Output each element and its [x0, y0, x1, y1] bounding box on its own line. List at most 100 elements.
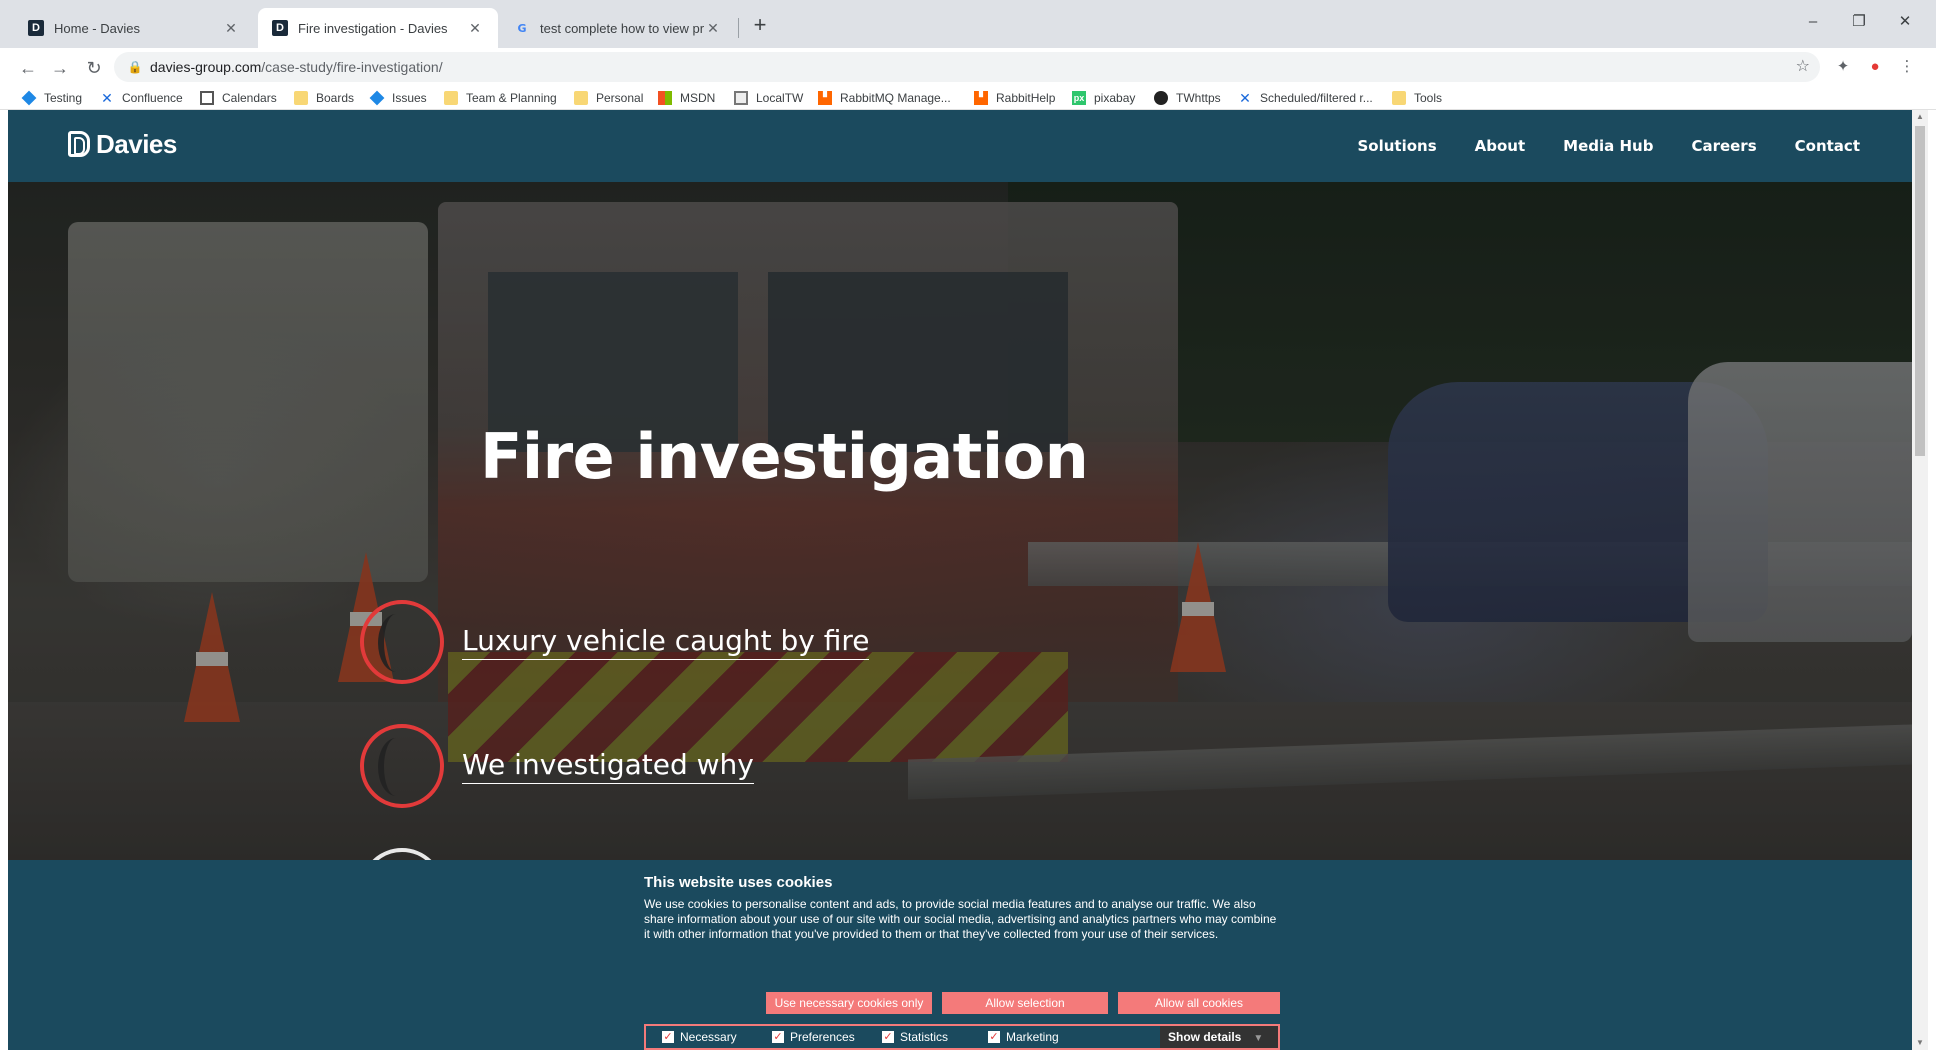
- diamond-icon: [21, 90, 37, 106]
- tab-title: Fire investigation - Davies: [298, 20, 448, 36]
- checkbox-checked-icon[interactable]: ✓: [882, 1031, 894, 1043]
- bookmark-star-icon[interactable]: ☆: [1796, 56, 1810, 76]
- bookmark-tools[interactable]: Tools: [1392, 89, 1442, 107]
- bookmark-localtw[interactable]: LocalTW: [734, 89, 803, 107]
- checkbox-label: Statistics: [900, 1030, 949, 1044]
- bookmark-issues[interactable]: Issues: [369, 89, 427, 107]
- bookmark-confluence[interactable]: ✕ Confluence: [100, 89, 183, 107]
- confluence-icon: ✕: [101, 90, 113, 106]
- close-window-button[interactable]: ✕: [1882, 10, 1928, 34]
- bookmark-boards[interactable]: Boards: [294, 89, 354, 107]
- bookmark-rabbitmq[interactable]: RabbitMQ Manage...: [818, 89, 951, 107]
- bookmark-label: RabbitHelp: [996, 91, 1056, 105]
- pixabay-icon: px: [1072, 91, 1086, 105]
- bookmark-personal[interactable]: Personal: [574, 89, 643, 107]
- back-button[interactable]: ←: [14, 54, 42, 82]
- minimize-button[interactable]: –: [1790, 10, 1836, 34]
- diamond-icon: [369, 90, 385, 106]
- browser-toolbar: ← → ↻ 🔒 davies-group.com/case-study/fire…: [0, 48, 1936, 86]
- checkbox-checked-icon[interactable]: ✓: [988, 1031, 1000, 1043]
- menu-kebab-icon[interactable]: ⋮: [1896, 56, 1918, 78]
- bookmark-label: Scheduled/filtered r...: [1260, 91, 1373, 105]
- close-icon[interactable]: ✕: [466, 20, 484, 37]
- tab-home-davies[interactable]: D Home - Davies ✕: [14, 8, 254, 48]
- progress-ring-icon: [360, 600, 444, 684]
- main-nav: Solutions About Media Hub Careers Contac…: [1319, 110, 1860, 182]
- scroll-down-icon[interactable]: ▼: [1912, 1036, 1928, 1050]
- allow-selection-button[interactable]: Allow selection: [942, 992, 1108, 1014]
- bookmark-label: RabbitMQ Manage...: [840, 91, 951, 105]
- bookmark-label: Team & Planning: [466, 91, 557, 105]
- bookmark-team-planning[interactable]: Team & Planning: [444, 89, 557, 107]
- story-step-label[interactable]: Luxury vehicle caught by fire: [462, 624, 870, 660]
- tab-separator: [738, 18, 739, 38]
- url-host: davies-group.com: [150, 59, 262, 75]
- url-text[interactable]: davies-group.com/case-study/fire-investi…: [150, 59, 443, 75]
- folder-icon: [444, 91, 458, 105]
- preferences-checkbox[interactable]: ✓ Preferences: [772, 1030, 855, 1044]
- allow-all-cookies-button[interactable]: Allow all cookies: [1118, 992, 1280, 1014]
- necessary-cookies-button[interactable]: Use necessary cookies only: [766, 992, 932, 1014]
- google-icon: G: [517, 21, 527, 35]
- bookmark-calendars[interactable]: Calendars: [200, 89, 277, 107]
- rabbitmq-icon: [818, 91, 832, 105]
- tab-google-search[interactable]: G test complete how to view projec ✕: [500, 8, 736, 48]
- nav-solutions[interactable]: Solutions: [1357, 137, 1436, 155]
- url-path: /case-study/fire-investigation/: [261, 59, 443, 75]
- nav-careers[interactable]: Careers: [1691, 137, 1756, 155]
- cookie-buttons: Use necessary cookies only Allow selecti…: [766, 992, 1280, 1014]
- tab-fire-investigation[interactable]: D Fire investigation - Davies ✕: [258, 8, 498, 48]
- scroll-up-icon[interactable]: ▲: [1912, 110, 1928, 124]
- rabbitmq-icon: [974, 91, 988, 105]
- nav-contact[interactable]: Contact: [1795, 137, 1860, 155]
- story-step-1[interactable]: Luxury vehicle caught by fire: [360, 600, 870, 684]
- checkbox-checked-icon[interactable]: ✓: [772, 1031, 784, 1043]
- show-details-button[interactable]: Show details ▼: [1160, 1026, 1278, 1048]
- nav-media-hub[interactable]: Media Hub: [1563, 137, 1653, 155]
- address-bar[interactable]: 🔒 davies-group.com/case-study/fire-inves…: [114, 52, 1820, 82]
- cookie-banner-content: This website uses cookies We use cookies…: [644, 874, 1280, 1050]
- bookmark-scheduled[interactable]: ✕ Scheduled/filtered r...: [1238, 89, 1373, 107]
- scrollbar-thumb[interactable]: [1915, 126, 1925, 456]
- bookmark-msdn[interactable]: MSDN: [658, 89, 715, 107]
- bookmark-label: Tools: [1414, 91, 1443, 105]
- close-icon[interactable]: ✕: [704, 20, 722, 37]
- restore-button[interactable]: ❐: [1836, 10, 1882, 34]
- story-step-2[interactable]: We investigated why: [360, 724, 754, 808]
- marketing-checkbox[interactable]: ✓ Marketing: [988, 1030, 1059, 1044]
- hero-banner: Fire investigation Luxury vehicle caught…: [8, 182, 1912, 882]
- bookmark-twhttps[interactable]: TWhttps: [1154, 89, 1221, 107]
- extensions-icon[interactable]: ✦: [1832, 56, 1854, 78]
- necessary-checkbox[interactable]: ✓ Necessary: [662, 1030, 737, 1044]
- cookie-banner: This website uses cookies We use cookies…: [8, 860, 1912, 1050]
- bookmark-rabbithelp[interactable]: RabbitHelp: [974, 89, 1055, 107]
- new-tab-button[interactable]: +: [746, 12, 774, 40]
- cookie-title: This website uses cookies: [644, 874, 833, 891]
- monitor-icon: [734, 91, 748, 105]
- bookmark-label: TWhttps: [1176, 91, 1221, 105]
- davies-icon: D: [272, 20, 288, 36]
- profile-avatar-icon[interactable]: ●: [1864, 56, 1886, 78]
- browser-chrome: D Home - Davies ✕ D Fire investigation -…: [0, 0, 1936, 110]
- page-scrollbar[interactable]: ▲ ▼: [1912, 110, 1928, 1050]
- davies-logo[interactable]: Davies: [68, 128, 177, 160]
- calendar-icon: [200, 91, 214, 105]
- bookmark-testing[interactable]: Testing: [21, 89, 82, 107]
- page-title: Fire investigation: [480, 420, 1089, 493]
- close-icon[interactable]: ✕: [222, 20, 240, 37]
- forward-button[interactable]: →: [46, 54, 74, 82]
- nav-about[interactable]: About: [1475, 137, 1526, 155]
- story-step-label[interactable]: We investigated why: [462, 748, 754, 784]
- folder-icon: [294, 91, 308, 105]
- bookmark-pixabay[interactable]: px pixabay: [1072, 89, 1135, 107]
- bookmark-label: Issues: [392, 91, 427, 105]
- folder-icon: [574, 91, 588, 105]
- checkbox-checked-icon[interactable]: ✓: [662, 1031, 674, 1043]
- bookmarks-bar: Testing ✕ Confluence Calendars Boards Iss…: [0, 86, 1936, 110]
- statistics-checkbox[interactable]: ✓ Statistics: [882, 1030, 948, 1044]
- site-header: Davies Solutions About Media Hub Careers…: [8, 110, 1912, 182]
- chevron-down-icon: ▼: [1253, 1033, 1264, 1044]
- lock-icon[interactable]: 🔒: [126, 58, 144, 76]
- show-details-label: Show details: [1168, 1030, 1242, 1044]
- reload-button[interactable]: ↻: [80, 54, 108, 82]
